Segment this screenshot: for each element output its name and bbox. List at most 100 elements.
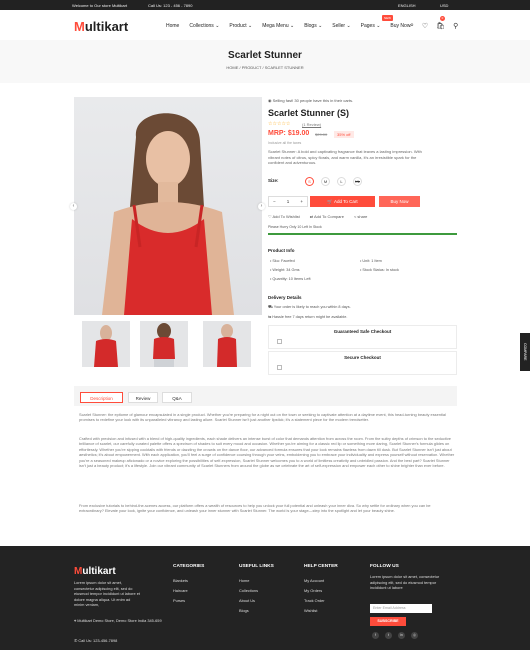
- nav-seller[interactable]: Seller ⌄: [332, 23, 350, 29]
- footer-about: Lorem ipsum dolor sit amet, consectetur …: [74, 580, 140, 607]
- add-to-cart-button[interactable]: 🛒 Add To Cart: [310, 196, 375, 207]
- description-paragraph: Crafted with precision and infused with …: [79, 436, 455, 469]
- subscribe-button[interactable]: SUBSCRIBE: [370, 617, 406, 626]
- follow-us-heading: FOLLOW US: [370, 564, 399, 569]
- footer-link-haircare[interactable]: Haircare: [173, 588, 188, 593]
- minus-button[interactable]: −: [273, 199, 276, 204]
- footer-link-collections[interactable]: Collections: [239, 588, 258, 593]
- footer-link-my-orders[interactable]: My Orders: [304, 588, 322, 593]
- product-tabs: Description Review Q&A: [74, 386, 457, 406]
- discount-badge: 35% off: [334, 131, 354, 138]
- user-icon[interactable]: ⚲: [453, 22, 458, 30]
- price: MRP: $19.00: [268, 130, 310, 137]
- stock-progress-bar: [268, 233, 457, 235]
- product-name: Scarlet Stunner (S): [268, 108, 350, 118]
- instagram-icon[interactable]: ◎: [411, 632, 418, 639]
- footer-link-blankets[interactable]: Blankets: [173, 578, 188, 583]
- product-main-image: [74, 97, 262, 315]
- guaranteed-checkout-title: Guaranteed Safe Checkout: [333, 329, 392, 334]
- categories-heading: CATEGORIES: [173, 564, 205, 569]
- nav-collections[interactable]: Collections ⌄: [189, 23, 219, 29]
- nav-product[interactable]: Product ⌄: [229, 23, 252, 29]
- compare-side-button[interactable]: COMPARE: [520, 333, 530, 371]
- page-title: Scarlet Stunner: [228, 50, 302, 61]
- search-icon[interactable]: ⌕: [410, 22, 414, 30]
- size-option-xl[interactable]: XL: [353, 177, 362, 186]
- language-select[interactable]: ENGLISH: [398, 3, 416, 8]
- logo[interactable]: Multikart: [74, 19, 128, 34]
- info-stock-status: • Stock Status: In stock: [360, 268, 399, 272]
- plus-button[interactable]: +: [300, 199, 303, 204]
- review-link[interactable]: (1 Review): [302, 122, 321, 127]
- tab-description[interactable]: Description: [80, 392, 123, 403]
- product-actions: ♡ Add To Wishlist ⇄ Add To Compare < sha…: [268, 214, 367, 219]
- size-label: Size:: [268, 178, 279, 183]
- add-to-wishlist-link[interactable]: ♡ Add To Wishlist: [268, 214, 300, 219]
- tab-qa[interactable]: Q&A: [162, 392, 192, 403]
- info-weight: • Weight: 34 Gms: [270, 268, 300, 272]
- tab-review[interactable]: Review: [128, 392, 158, 403]
- short-description: Scarlet Stunner: A bold and captivating …: [268, 149, 422, 165]
- footer-link-home[interactable]: Home: [239, 578, 249, 583]
- breadcrumb-band: Scarlet Stunner HOME / PRODUCT / SCARLET…: [0, 40, 530, 83]
- delivery-line: ⛟ Your order is likely to reach you with…: [268, 305, 351, 309]
- product-thumbnail[interactable]: [82, 321, 130, 367]
- description-paragraph: Scarlet Stunner: the epitome of glamour …: [79, 412, 446, 423]
- product-thumbnail[interactable]: [140, 321, 188, 367]
- currency-select[interactable]: USD: [440, 3, 448, 8]
- delivery-line: ⇆ Hassle free 7 days return might be ava…: [268, 315, 348, 319]
- header-icons: ⌕ ♡ 🛍 ⚲: [410, 22, 458, 30]
- size-option-m[interactable]: M: [321, 177, 330, 186]
- site-header: Multikart Home Collections ⌄ Product ⌄ M…: [0, 10, 530, 40]
- rating-stars: ☆☆☆☆☆: [268, 121, 291, 127]
- product-info-heading: Product Info: [268, 248, 295, 253]
- payment-image-icon: [277, 339, 282, 344]
- useful-links-heading: USEFUL LINKS: [239, 564, 274, 569]
- footer-address: ⌖ Multikart Demo Store, Demo Store India…: [74, 618, 162, 623]
- product-thumbnail[interactable]: [203, 321, 251, 367]
- size-option-s[interactable]: S: [305, 177, 314, 186]
- nav-mega-menu[interactable]: Mega Menu ⌄: [262, 23, 294, 29]
- nav-home[interactable]: Home: [166, 23, 179, 29]
- nav-buy-now[interactable]: Buy Now: [390, 23, 410, 29]
- tax-note: Inclusive all the taxes: [268, 141, 302, 145]
- buy-now-button[interactable]: Buy Now: [379, 196, 420, 207]
- selling-fast-notice: ◉ Selling fast! 30 people have this in t…: [268, 98, 354, 103]
- linkedin-icon[interactable]: in: [398, 632, 405, 639]
- footer-link-purses[interactable]: Purses: [173, 598, 185, 603]
- size-option-l[interactable]: L: [337, 177, 346, 186]
- info-unit: • Unit: 1 Item: [360, 259, 382, 263]
- footer-link-track-order[interactable]: Track Order: [304, 598, 325, 603]
- footer-link-wishlist[interactable]: Wishlist: [304, 608, 317, 613]
- site-footer: Multikart Lorem ipsum dolor sit amet, co…: [0, 546, 530, 650]
- old-price: $29.00: [315, 132, 328, 137]
- facebook-icon[interactable]: f: [372, 632, 379, 639]
- next-arrow-icon[interactable]: ›: [258, 203, 265, 210]
- quantity-value[interactable]: 1: [287, 199, 290, 204]
- cart-icon[interactable]: 🛍: [436, 22, 445, 30]
- email-input[interactable]: Enter Email Address: [370, 604, 432, 613]
- quantity-stepper[interactable]: − 1 +: [268, 196, 308, 207]
- nav-pages[interactable]: Pages ⌄: [361, 23, 381, 29]
- nav-blogs[interactable]: Blogs ⌄: [304, 23, 322, 29]
- description-paragraph: From exclusive tutorials to behind-the-s…: [79, 503, 431, 514]
- footer-link-about-us[interactable]: About Us: [239, 598, 255, 603]
- secure-checkout-title: Secure Checkout: [344, 355, 381, 360]
- call-text: Call Us: 123 - 456 - 7890: [148, 2, 193, 8]
- footer-link-my-account[interactable]: My Account: [304, 578, 324, 583]
- secure-checkout-box: Secure Checkout: [268, 351, 457, 375]
- add-to-compare-link[interactable]: ⇄ Add To Compare: [310, 214, 344, 219]
- top-bar: Welcome to Our store Multikart Call Us: …: [0, 0, 530, 10]
- twitter-icon[interactable]: t: [385, 632, 392, 639]
- share-link[interactable]: < share: [354, 214, 367, 219]
- footer-link-blogs[interactable]: Blogs: [239, 608, 249, 613]
- delivery-heading: Delivery Details: [268, 295, 302, 300]
- breadcrumb: HOME / PRODUCT / SCARLET STUNNER: [226, 65, 304, 70]
- prev-arrow-icon[interactable]: ‹: [70, 203, 77, 210]
- heart-icon[interactable]: ♡: [422, 22, 428, 30]
- new-badge: NEW: [382, 15, 393, 21]
- footer-logo[interactable]: Multikart: [74, 566, 116, 577]
- stock-notice: Please Hurry Only 10 Left In Stock: [268, 225, 322, 229]
- info-quantity: • Quantity: 10 Items Left: [270, 277, 311, 281]
- welcome-text: Welcome to Our store Multikart: [72, 2, 128, 8]
